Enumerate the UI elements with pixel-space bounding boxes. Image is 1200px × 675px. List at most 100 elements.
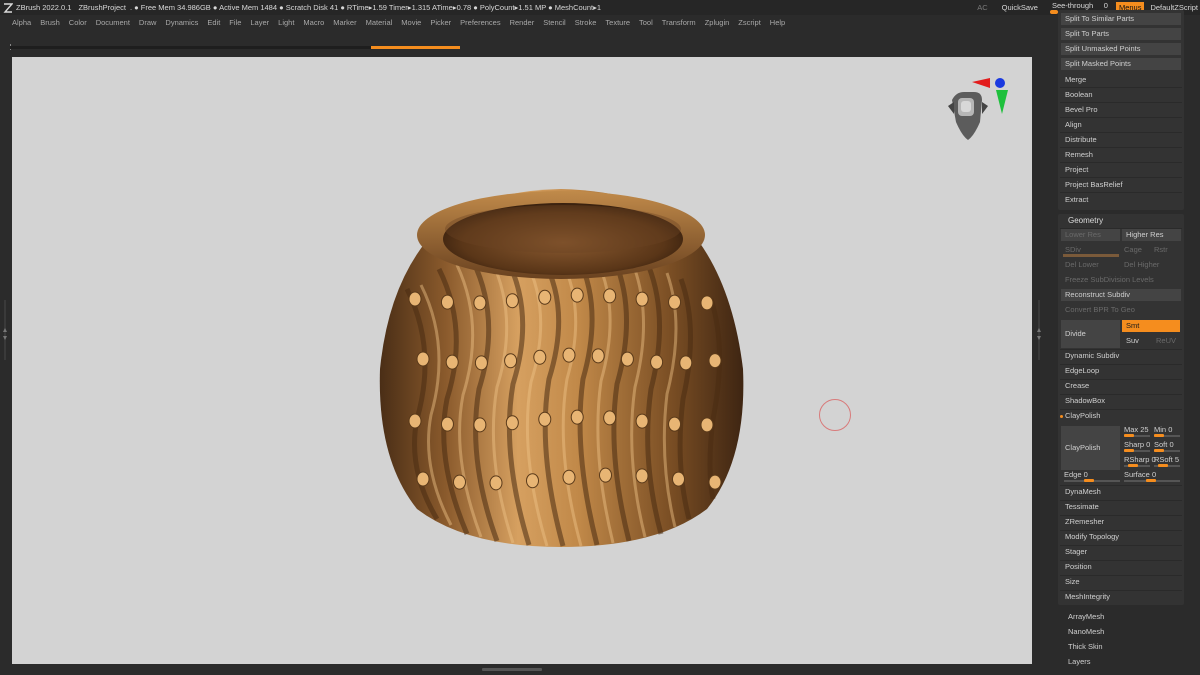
menu-dynamics[interactable]: Dynamics (165, 18, 198, 27)
canvas-viewport[interactable] (12, 57, 1032, 664)
right-tray-handle[interactable] (1035, 300, 1043, 360)
geometry-header[interactable]: Geometry (1064, 215, 1103, 227)
cage-button[interactable]: Cage (1120, 244, 1148, 256)
shelf-active-indicator[interactable] (371, 46, 460, 49)
menu-render[interactable]: Render (510, 18, 535, 27)
lower-res-button[interactable]: Lower Res (1061, 229, 1120, 241)
menu-tool[interactable]: Tool (639, 18, 653, 27)
rsoft-knob[interactable] (1158, 464, 1168, 467)
size-menu[interactable]: Size (1061, 576, 1181, 588)
split-to-parts-button[interactable]: Split To Parts (1061, 28, 1181, 40)
menu-layer[interactable]: Layer (250, 18, 269, 27)
edge-knob[interactable] (1084, 479, 1094, 482)
divide-button[interactable]: Divide (1061, 320, 1120, 348)
mesh-pot-model[interactable] (377, 189, 745, 549)
claypolish-menu[interactable]: ClayPolish (1061, 410, 1181, 422)
min-knob[interactable] (1154, 434, 1164, 437)
menu-marker[interactable]: Marker (333, 18, 356, 27)
bottom-tray-handle[interactable] (482, 668, 542, 671)
menu-help[interactable]: Help (770, 18, 785, 27)
menu-zscript[interactable]: Zscript (738, 18, 761, 27)
rsharp-slider[interactable]: RSharp 0 (1124, 455, 1156, 464)
convert-bpr-button[interactable]: Convert BPR To Geo (1061, 304, 1181, 316)
shadowbox-menu[interactable]: ShadowBox (1061, 395, 1181, 407)
max-value: 25 (1140, 425, 1149, 434)
max-slider[interactable]: Max 25 (1124, 425, 1149, 434)
higher-res-button[interactable]: Higher Res (1122, 229, 1181, 241)
crease-menu[interactable]: Crease (1061, 380, 1181, 392)
project-menu[interactable]: Project (1061, 164, 1181, 176)
extract-menu[interactable]: Extract (1061, 194, 1181, 206)
menu-transform[interactable]: Transform (662, 18, 696, 27)
sharp-slider[interactable]: Sharp 0 (1124, 440, 1150, 449)
project-basrelief-menu[interactable]: Project BasRelief (1061, 179, 1181, 191)
menu-light[interactable]: Light (278, 18, 294, 27)
dynamic-subdiv-menu[interactable]: Dynamic Subdiv (1061, 350, 1181, 362)
menu-movie[interactable]: Movie (401, 18, 421, 27)
modify-topology-menu[interactable]: Modify Topology (1061, 531, 1181, 543)
smt-toggle[interactable]: Smt (1122, 320, 1180, 332)
sharp-knob[interactable] (1124, 449, 1134, 452)
menu-stencil[interactable]: Stencil (543, 18, 566, 27)
rsoft-slider[interactable]: RSoft 5 (1154, 455, 1179, 464)
rsoft-label: RSoft (1154, 455, 1173, 464)
tessimate-menu[interactable]: Tessimate (1061, 501, 1181, 513)
reconstruct-subdiv-button[interactable]: Reconstruct Subdiv (1061, 289, 1181, 301)
menu-draw[interactable]: Draw (139, 18, 157, 27)
stager-menu[interactable]: Stager (1061, 546, 1181, 558)
distribute-menu[interactable]: Distribute (1061, 134, 1181, 146)
menu-zplugin[interactable]: Zplugin (705, 18, 730, 27)
pot-stud (538, 289, 552, 305)
menu-color[interactable]: Color (69, 18, 87, 27)
bevel-pro-menu[interactable]: Bevel Pro (1061, 104, 1181, 116)
ac-button[interactable]: AC (977, 3, 987, 12)
zremesher-menu[interactable]: ZRemesher (1061, 516, 1181, 528)
split-masked-points-button[interactable]: Split Masked Points (1061, 58, 1181, 70)
claypolish-button[interactable]: ClayPolish (1061, 426, 1120, 470)
menu-edit[interactable]: Edit (207, 18, 220, 27)
menu-stroke[interactable]: Stroke (575, 18, 597, 27)
pot-stud (650, 354, 664, 370)
thick-skin-menu[interactable]: Thick Skin (1064, 641, 1182, 653)
menu-picker[interactable]: Picker (430, 18, 451, 27)
split-unmasked-points-button[interactable]: Split Unmasked Points (1061, 43, 1181, 55)
edgeloop-menu[interactable]: EdgeLoop (1061, 365, 1181, 377)
left-tray-handle[interactable] (1, 300, 9, 360)
menu-material[interactable]: Material (366, 18, 393, 27)
remesh-menu[interactable]: Remesh (1061, 149, 1181, 161)
arraymesh-menu[interactable]: ArrayMesh (1064, 611, 1182, 623)
surface-slider[interactable]: Surface 0 (1124, 470, 1156, 479)
del-lower-button[interactable]: Del Lower (1061, 259, 1120, 271)
reuv-toggle[interactable]: ReUV (1152, 335, 1180, 347)
position-menu[interactable]: Position (1061, 561, 1181, 573)
menu-macro[interactable]: Macro (303, 18, 324, 27)
soft-knob[interactable] (1154, 449, 1164, 452)
rstr-button[interactable]: Rstr (1150, 244, 1180, 256)
edge-slider[interactable]: Edge 0 (1064, 470, 1088, 479)
min-slider[interactable]: Min 0 (1154, 425, 1172, 434)
del-higher-button[interactable]: Del Higher (1120, 259, 1179, 271)
menu-brush[interactable]: Brush (40, 18, 60, 27)
max-knob[interactable] (1124, 434, 1134, 437)
menu-alpha[interactable]: Alpha (12, 18, 31, 27)
align-menu[interactable]: Align (1061, 119, 1181, 131)
freeze-subdivision-button[interactable]: Freeze SubDivision Levels (1061, 274, 1181, 286)
menu-file[interactable]: File (229, 18, 241, 27)
merge-menu[interactable]: Merge (1061, 74, 1181, 86)
menu-preferences[interactable]: Preferences (460, 18, 500, 27)
nanomesh-menu[interactable]: NanoMesh (1064, 626, 1182, 638)
menu-texture[interactable]: Texture (605, 18, 630, 27)
dynamesh-menu[interactable]: DynaMesh (1061, 486, 1181, 498)
suv-toggle[interactable]: Suv (1122, 335, 1150, 347)
navigation-gizmo-icon[interactable] (944, 74, 1010, 146)
meshintegrity-menu[interactable]: MeshIntegrity (1061, 591, 1181, 603)
split-similar-parts-button[interactable]: Split To Similar Parts (1061, 13, 1181, 25)
surface-knob[interactable] (1146, 479, 1156, 482)
menu-document[interactable]: Document (96, 18, 130, 27)
boolean-menu[interactable]: Boolean (1061, 89, 1181, 101)
soft-slider[interactable]: Soft 0 (1154, 440, 1174, 449)
rsharp-knob[interactable] (1128, 464, 1138, 467)
see-through-knob[interactable] (1049, 10, 1058, 14)
quicksave-button[interactable]: QuickSave (1002, 3, 1038, 12)
layers-menu[interactable]: Layers (1064, 656, 1182, 668)
